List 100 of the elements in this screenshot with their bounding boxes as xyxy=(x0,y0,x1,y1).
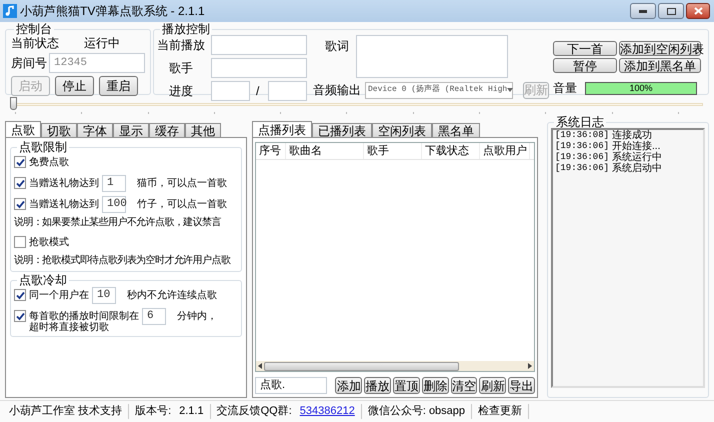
elapsed-field[interactable] xyxy=(211,81,250,101)
status-text: 微信公众号: obsapp xyxy=(368,404,466,420)
button[interactable]: 清空 xyxy=(450,377,478,394)
qq-group-link[interactable]: 534386212 xyxy=(300,403,355,420)
button[interactable]: 删除 xyxy=(422,377,449,394)
volume-bar[interactable]: 100% xyxy=(585,82,697,94)
progress-label: 进度 xyxy=(168,83,194,100)
tab[interactable]: 显示 xyxy=(113,123,149,137)
room-label: 房间号 xyxy=(11,55,47,72)
button[interactable]: 停止 xyxy=(55,76,94,96)
status-value: 运行中 xyxy=(84,34,120,52)
column-header[interactable]: 序号 xyxy=(256,143,286,159)
log-time: [19:36:08] xyxy=(555,130,610,141)
close-icon xyxy=(694,7,702,15)
column-header[interactable]: 下载状态 xyxy=(422,143,480,159)
tab[interactable]: 字体 xyxy=(77,123,113,137)
tab[interactable]: 缓存 xyxy=(149,123,185,137)
log-time: [19:36:06] xyxy=(555,163,610,174)
button[interactable]: 添加到黑名单 xyxy=(619,58,701,73)
group-title: 播放控制 xyxy=(161,23,211,35)
number-field[interactable]: 10 xyxy=(92,286,116,304)
minimize-button[interactable] xyxy=(630,3,656,19)
status-label: 当前状态 xyxy=(11,35,59,52)
checkbox-label: 每首歌的播放时间限制在 xyxy=(29,310,139,322)
audio-output-label: 音频输出 xyxy=(313,82,361,99)
checkbox-label: 同一个用户在 xyxy=(29,288,89,302)
singer-field[interactable] xyxy=(211,58,307,78)
column-header[interactable]: 点歌用户 xyxy=(480,143,530,159)
column-header[interactable]: 歌曲名 xyxy=(286,143,364,159)
tab[interactable]: 切歌 xyxy=(41,123,77,137)
group-title: 点歌限制 xyxy=(18,141,68,153)
maximize-button[interactable] xyxy=(658,3,684,19)
tab[interactable]: 黑名单 xyxy=(432,123,480,137)
now-playing-field[interactable] xyxy=(211,35,307,55)
log-message: 开始连接... xyxy=(612,141,660,152)
checkbox-label: 免费点歌 xyxy=(29,156,69,170)
duration-field[interactable] xyxy=(268,81,307,101)
checkbox-label: 当赠送礼物达到 xyxy=(29,198,99,212)
status-text: 交流反馈QQ群: xyxy=(216,404,292,420)
checkbox-label: 超时将直接被切歌 xyxy=(29,323,110,333)
number-field[interactable]: 6 xyxy=(142,308,166,324)
room-field[interactable]: 12345 xyxy=(49,53,145,73)
suffix-text: 秒内不允许连续点歌 xyxy=(127,288,217,302)
button[interactable]: 重启 xyxy=(99,76,138,96)
checkbox[interactable] xyxy=(14,236,26,248)
checkbox-label: 抢歌模式 xyxy=(29,236,69,250)
checkbox-label: 当赠送礼物达到 xyxy=(29,176,99,190)
number-field[interactable]: 1 xyxy=(102,174,126,192)
minimize-icon xyxy=(639,10,647,12)
column-header[interactable]: 歌手 xyxy=(364,143,422,159)
status-text: 检查更新 xyxy=(478,404,522,420)
music-note-icon xyxy=(3,4,17,18)
suffix-text: 猫币，可以点一首歌 xyxy=(137,176,227,190)
log-message: 系统运行中 xyxy=(612,152,662,163)
group-title: 点歌冷却 xyxy=(18,274,68,286)
version-number: 2.1.1 xyxy=(179,404,204,420)
progress-separator: / xyxy=(256,83,260,100)
tab[interactable]: 已播列表 xyxy=(312,123,372,137)
checkbox[interactable] xyxy=(14,156,26,168)
close-button[interactable] xyxy=(686,3,710,19)
button[interactable]: 添加到空闲列表 xyxy=(619,41,701,56)
group-title: 系统日志 xyxy=(555,116,605,128)
group-title: 控制台 xyxy=(15,23,53,35)
button[interactable]: 导出 xyxy=(508,377,536,394)
button[interactable]: 下一首 xyxy=(553,41,617,56)
button[interactable]: 置顶 xyxy=(393,377,420,394)
tab[interactable]: 空闲列表 xyxy=(372,123,432,137)
lyrics-label: 歌词 xyxy=(325,38,349,55)
status-text: 小葫芦工作室 技术支持 xyxy=(9,404,122,420)
suffix-text: 分钟内， xyxy=(177,310,217,324)
number-field[interactable]: 100 xyxy=(102,196,126,212)
log-time: [19:36:06] xyxy=(555,152,610,163)
maximize-icon xyxy=(666,8,676,14)
suffix-text: 竹子，可以点一首歌 xyxy=(137,198,227,212)
checkbox[interactable] xyxy=(14,198,26,210)
button[interactable]: 刷新 xyxy=(479,377,506,394)
audio-device-dropdown[interactable]: Device 0 (扬声器 (Realtek High xyxy=(365,82,513,98)
checkbox[interactable] xyxy=(14,310,26,322)
request-field[interactable]: 点歌. xyxy=(255,377,328,394)
log-time: [19:36:06] xyxy=(555,141,610,152)
seek-slider-thumb[interactable] xyxy=(10,97,17,110)
tab[interactable]: 其他 xyxy=(185,123,221,137)
log-message: 系统启动中 xyxy=(612,163,662,174)
button[interactable]: 添加 xyxy=(335,377,362,394)
tab[interactable]: 点歌 xyxy=(5,121,41,137)
horizontal-scrollbar[interactable] xyxy=(256,361,534,371)
scroll-left-icon xyxy=(256,363,264,369)
volume-label: 音量 xyxy=(553,80,578,97)
button[interactable]: 播放 xyxy=(364,377,392,394)
dropdown-arrow-icon xyxy=(507,88,514,92)
tab[interactable]: 点播列表 xyxy=(252,121,312,137)
checkbox[interactable] xyxy=(14,177,26,189)
status-text: 版本号: xyxy=(135,404,172,420)
checkbox[interactable] xyxy=(14,289,26,301)
note-text: 说明：如果要禁止某些用户不允许点歌，建议禁言 xyxy=(14,216,222,230)
button[interactable]: 暂停 xyxy=(553,58,617,73)
singer-label: 歌手 xyxy=(168,60,194,77)
note-text: 说明：抢歌模式即待点歌列表为空时才允许用户点歌 xyxy=(14,254,232,268)
now-playing-label: 当前播放 xyxy=(157,37,205,54)
window-title: 小葫芦熊猫TV弹幕点歌系统 - 2.1.1 xyxy=(20,3,205,20)
